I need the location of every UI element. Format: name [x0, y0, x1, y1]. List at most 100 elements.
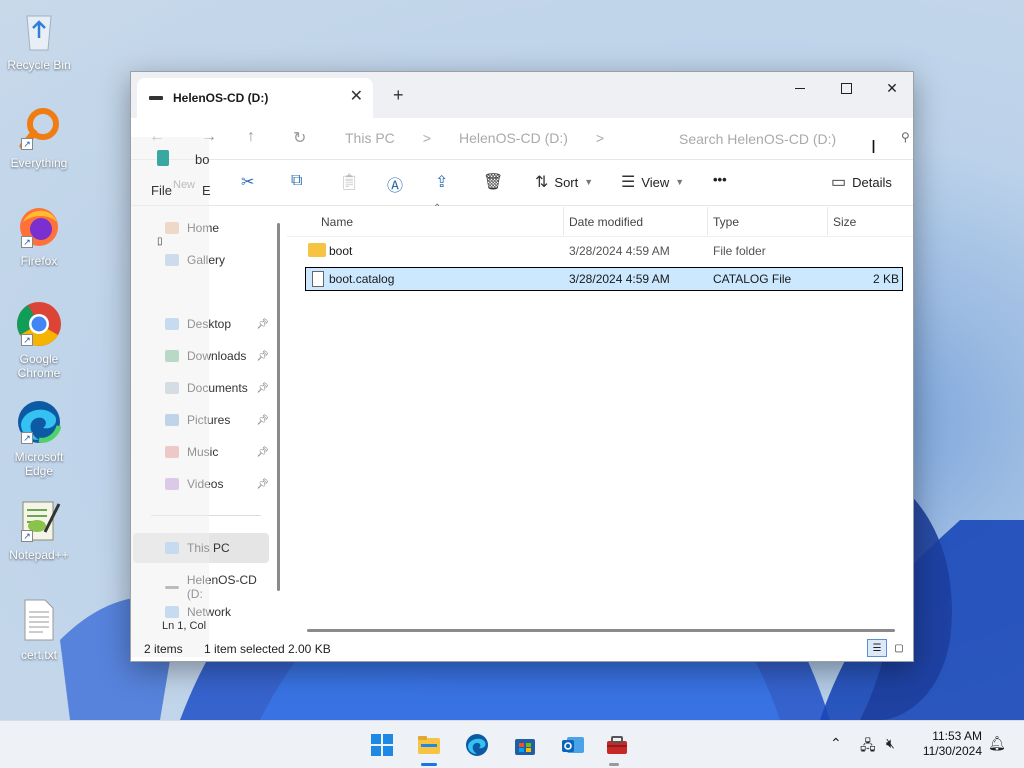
- start-button[interactable]: [370, 733, 394, 757]
- status-selected: 1 item selected: [204, 642, 285, 656]
- column-header-name[interactable]: Name: [321, 215, 353, 229]
- sort-button[interactable]: ⇅ Sort ▼: [535, 172, 593, 192]
- file-explorer-window[interactable]: HelenOS-CD (D:) ✕ + ✕ ← → ↑ ↻ This PC > …: [130, 71, 914, 662]
- everything-search-icon: ↗: [15, 104, 63, 152]
- shortcut-arrow-icon: ↗: [21, 138, 33, 150]
- horizontal-scrollbar[interactable]: [307, 629, 895, 632]
- clock-date: 11/30/2024: [922, 744, 982, 758]
- column-header-date[interactable]: Date modified: [569, 215, 643, 229]
- shortcut-arrow-icon: ↗: [21, 432, 33, 444]
- view-label: View: [641, 174, 670, 190]
- status-bar: 2 items 1 item selected 2.00 KB ☰ ▢: [131, 635, 913, 661]
- show-hidden-icons-chevron-icon[interactable]: ⌃: [830, 735, 842, 752]
- details-pane-icon: ▭: [831, 174, 847, 191]
- desktop-icon-everything[interactable]: ↗ Everything: [4, 104, 74, 170]
- rename-icon: Ⓐ: [387, 178, 404, 195]
- tab-title: HelenOS-CD (D:): [173, 91, 269, 105]
- desktop-icon-label: Microsoft Edge: [14, 450, 64, 478]
- column-divider[interactable]: [563, 207, 564, 235]
- text-cursor-icon: I: [871, 137, 877, 157]
- maximize-button[interactable]: [823, 72, 869, 104]
- recycle-bin-icon: [15, 6, 63, 54]
- pin-icon: 📌︎: [256, 318, 269, 330]
- view-icon: ☰: [621, 174, 636, 191]
- minimize-button[interactable]: [777, 72, 823, 104]
- file-date: 3/28/2024 4:59 AM: [569, 272, 670, 286]
- file-type: File folder: [713, 244, 766, 258]
- breadcrumb-this-pc[interactable]: This PC: [345, 130, 395, 146]
- paste-button[interactable]: 📋︎: [339, 172, 359, 192]
- column-header-type[interactable]: Type: [713, 215, 739, 229]
- list-item[interactable]: boot 3/28/2024 4:59 AM File folder: [305, 239, 903, 263]
- sort-label: Sort: [554, 174, 579, 190]
- ghost-new-label: New: [173, 179, 196, 191]
- desktop-icon-edge[interactable]: ↗ Microsoft Edge: [4, 398, 74, 478]
- ghost-edit-menu: E: [202, 183, 211, 198]
- breadcrumb-drive[interactable]: HelenOS-CD (D:): [459, 130, 568, 146]
- details-label: Details: [852, 174, 892, 190]
- shortcut-arrow-icon: ↗: [21, 530, 33, 542]
- taskbar-edge[interactable]: [465, 733, 489, 757]
- shortcut-arrow-icon: ↗: [21, 334, 33, 346]
- column-divider[interactable]: [707, 207, 708, 235]
- taskbar-outlook[interactable]: [561, 733, 585, 757]
- tiles-view-button[interactable]: ▢: [889, 639, 909, 657]
- delete-button[interactable]: 🗑︎: [483, 172, 503, 192]
- column-divider[interactable]: [827, 207, 828, 235]
- desktop-icon-firefox[interactable]: ↗ Firefox: [4, 202, 74, 268]
- file-name: boot.catalog: [329, 272, 395, 286]
- new-tab-button[interactable]: +: [393, 85, 404, 106]
- title-bar[interactable]: HelenOS-CD (D:) ✕ + ✕: [131, 72, 913, 118]
- desktop-icon-notepadpp[interactable]: ↗ Notepad++: [4, 496, 74, 562]
- search-icon[interactable]: ⚲: [901, 130, 910, 144]
- system-clock[interactable]: 11:53 AM 11/30/2024: [912, 729, 982, 759]
- up-icon[interactable]: ↑: [247, 128, 255, 146]
- cut-button[interactable]: ✂: [241, 172, 254, 192]
- desktop-icon-recycle-bin[interactable]: Recycle Bin: [4, 6, 74, 72]
- edge-icon: ↗: [15, 398, 63, 446]
- delete-icon: 🗑︎: [483, 174, 504, 191]
- taskbar: ⌃ 🖧︎ 🔇︎ 11:53 AM 11/30/2024 🔔︎: [0, 720, 1024, 768]
- close-tab-icon[interactable]: ✕: [350, 86, 363, 106]
- desktop-icon-label: Firefox: [20, 254, 58, 268]
- desktop-icon-label: Everything: [10, 156, 68, 170]
- ghost-document-icon: ▯: [157, 236, 163, 247]
- more-options-button[interactable]: •••: [713, 172, 727, 187]
- breadcrumb[interactable]: This PC > HelenOS-CD (D:) >: [345, 130, 604, 146]
- search-input[interactable]: Search HelenOS-CD (D:): [671, 126, 913, 154]
- taskbar-toolbox[interactable]: [605, 733, 629, 757]
- copy-button[interactable]: ⧉: [291, 172, 302, 190]
- tab-helenos-cd[interactable]: HelenOS-CD (D:) ✕: [137, 78, 373, 118]
- desktop-icon-chrome[interactable]: ↗ Google Chrome: [4, 300, 74, 380]
- volume-muted-icon[interactable]: 🔇︎: [886, 735, 895, 752]
- share-button[interactable]: ⇪: [435, 172, 448, 192]
- pin-icon: 📌︎: [256, 478, 269, 490]
- list-item-selected[interactable]: boot.catalog 3/28/2024 4:59 AM CATALOG F…: [305, 267, 903, 291]
- refresh-icon[interactable]: ↻: [293, 128, 306, 148]
- ghost-window-overlay: [131, 137, 209, 657]
- cut-icon: ✂: [241, 174, 255, 191]
- file-date: 3/28/2024 4:59 AM: [569, 244, 670, 258]
- pin-icon: 📌︎: [256, 446, 269, 458]
- details-button[interactable]: ▭ Details: [831, 172, 892, 192]
- ghost-file-menu: File: [151, 183, 172, 198]
- taskbar-store[interactable]: [513, 733, 537, 757]
- details-view-button[interactable]: ☰: [867, 639, 887, 657]
- breadcrumb-separator: >: [422, 130, 431, 146]
- chevron-down-icon: ▼: [675, 177, 685, 187]
- file-name: boot: [329, 244, 353, 258]
- ghost-notepad-icon: [157, 150, 169, 166]
- view-button[interactable]: ☰ View ▼: [621, 172, 684, 192]
- close-window-button[interactable]: ✕: [869, 72, 913, 104]
- rename-button[interactable]: Ⓐ: [387, 172, 403, 196]
- share-icon: ⇪: [435, 174, 449, 191]
- desktop-icon-cert-txt[interactable]: cert.txt: [4, 596, 74, 662]
- network-status-icon[interactable]: 🖧︎: [860, 735, 876, 759]
- nav-scrollbar[interactable]: [277, 223, 280, 591]
- pin-icon: 📌︎: [256, 350, 269, 362]
- breadcrumb-separator: >: [595, 130, 605, 146]
- taskbar-file-explorer[interactable]: [417, 733, 441, 757]
- notification-bell-icon[interactable]: 🔔︎: [988, 735, 1006, 752]
- ghost-filename: bo: [195, 152, 210, 167]
- column-header-size[interactable]: Size: [833, 215, 856, 229]
